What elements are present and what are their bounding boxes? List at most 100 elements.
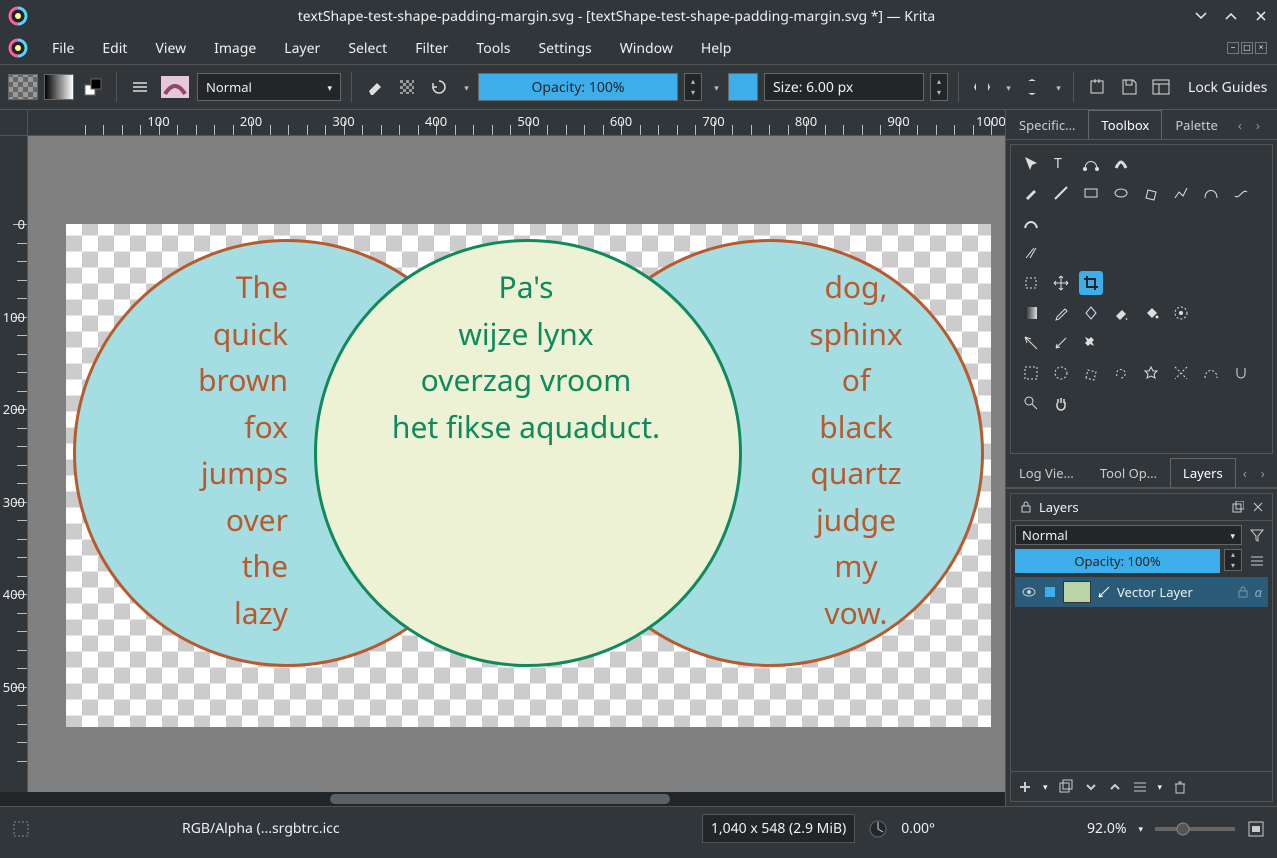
brush-tool-icon[interactable] bbox=[1019, 181, 1043, 205]
float-docker-icon[interactable] bbox=[1232, 501, 1244, 513]
lock-guides-button[interactable]: Lock Guides bbox=[1188, 78, 1267, 97]
select-contiguous-tool-icon[interactable] bbox=[1139, 361, 1163, 385]
polyline-tool-icon[interactable] bbox=[1169, 181, 1193, 205]
select-rect-tool-icon[interactable] bbox=[1019, 361, 1043, 385]
move-down-icon[interactable] bbox=[1084, 780, 1098, 794]
pattern-tool-icon[interactable] bbox=[1079, 301, 1103, 325]
select-bezier-tool-icon[interactable] bbox=[1199, 361, 1223, 385]
opacity-dropdown[interactable] bbox=[708, 74, 722, 100]
zoom-slider[interactable] bbox=[1155, 820, 1235, 838]
opacity-spinner[interactable]: ▴▾ bbox=[684, 73, 702, 101]
reference-tool-icon[interactable] bbox=[1049, 331, 1073, 355]
properties-icon[interactable] bbox=[1132, 779, 1148, 795]
menu-select[interactable]: Select bbox=[334, 35, 401, 62]
reload-preset-icon[interactable] bbox=[426, 74, 452, 100]
select-similar-tool-icon[interactable] bbox=[1169, 361, 1193, 385]
menu-help[interactable]: Help bbox=[687, 35, 746, 62]
delete-layer-icon[interactable] bbox=[1172, 779, 1188, 795]
filter-icon[interactable] bbox=[1246, 525, 1268, 545]
select-free-tool-icon[interactable] bbox=[1109, 361, 1133, 385]
polygon-tool-icon[interactable] bbox=[1139, 181, 1163, 205]
menu-file[interactable]: File bbox=[38, 35, 88, 62]
tab-palette[interactable]: Palette bbox=[1162, 110, 1231, 139]
menu-window[interactable]: Window bbox=[606, 35, 687, 62]
maximize-icon[interactable] bbox=[1223, 8, 1239, 24]
layer-row[interactable]: Vector Layer α bbox=[1015, 577, 1268, 607]
select-ellipse-tool-icon[interactable] bbox=[1049, 361, 1073, 385]
add-layer-icon[interactable] bbox=[1017, 779, 1033, 795]
rotation-icon[interactable] bbox=[867, 818, 889, 840]
color-picker-tool-icon[interactable] bbox=[1049, 301, 1073, 325]
visibility-icon[interactable] bbox=[1021, 584, 1037, 600]
layer-opacity-slider[interactable]: Opacity: 100% bbox=[1015, 549, 1220, 573]
menu-edit[interactable]: Edit bbox=[88, 35, 141, 62]
mdi-close-icon[interactable]: × bbox=[1255, 42, 1267, 54]
tab-logview[interactable]: Log Vie… bbox=[1006, 458, 1087, 487]
text-tool-icon[interactable]: T bbox=[1049, 151, 1073, 175]
alpha-lock-icon[interactable] bbox=[394, 74, 420, 100]
assistant-tool-icon[interactable] bbox=[1169, 301, 1193, 325]
pattern-swatch[interactable] bbox=[8, 74, 38, 100]
select-magnetic-tool-icon[interactable] bbox=[1229, 361, 1253, 385]
menu-tools[interactable]: Tools bbox=[462, 35, 524, 62]
gradient-tool-icon[interactable] bbox=[1019, 301, 1043, 325]
tab-toolbox[interactable]: Toolbox bbox=[1088, 110, 1162, 139]
close-icon[interactable] bbox=[1253, 8, 1269, 24]
layer-blend-combo[interactable]: Normal▾ bbox=[1015, 525, 1242, 545]
rectangle-tool-icon[interactable] bbox=[1079, 181, 1103, 205]
calligraphy-tool-icon[interactable] bbox=[1109, 151, 1133, 175]
canvas-map-icon[interactable] bbox=[1247, 820, 1265, 838]
menu-layer[interactable]: Layer bbox=[270, 35, 334, 62]
mdi-minimize-icon[interactable]: ‒ bbox=[1227, 42, 1239, 54]
close-docker-icon[interactable] bbox=[1252, 501, 1264, 513]
transform-move-tool-icon[interactable] bbox=[1049, 271, 1073, 295]
save-icon[interactable] bbox=[1116, 74, 1142, 100]
crop-tool-icon[interactable] bbox=[1079, 271, 1103, 295]
size-spinner[interactable]: ▴▾ bbox=[930, 73, 948, 101]
transform-tool-icon[interactable] bbox=[1019, 151, 1043, 175]
eraser-icon[interactable] bbox=[362, 74, 388, 100]
multibrush-tool-icon[interactable] bbox=[1019, 241, 1043, 265]
dynamic-brush-tool-icon[interactable] bbox=[1019, 211, 1043, 235]
fill-tool-icon[interactable] bbox=[1139, 301, 1163, 325]
tabs-scroll-left-icon[interactable]: ‹ bbox=[1231, 110, 1249, 139]
duplicate-layer-icon[interactable] bbox=[1058, 779, 1074, 795]
menu-settings[interactable]: Settings bbox=[524, 35, 605, 62]
pin-tool-icon[interactable] bbox=[1079, 331, 1103, 355]
tabs-mid-scroll-right-icon[interactable]: › bbox=[1254, 458, 1272, 487]
mdi-maximize-icon[interactable]: □ bbox=[1241, 42, 1253, 54]
selection-mode-icon[interactable] bbox=[12, 820, 30, 838]
minimize-icon[interactable] bbox=[1193, 8, 1209, 24]
reload-dropdown[interactable] bbox=[458, 74, 472, 100]
mirror-h-icon[interactable] bbox=[969, 74, 995, 100]
wrap-around-icon[interactable] bbox=[1084, 74, 1110, 100]
ruler-vertical[interactable]: 0100200300400500 bbox=[0, 136, 28, 792]
smart-fill-tool-icon[interactable] bbox=[1109, 301, 1133, 325]
lock-icon[interactable] bbox=[1019, 500, 1033, 514]
brush-preset-icon[interactable] bbox=[159, 74, 191, 100]
opacity-slider[interactable]: Opacity: 100% bbox=[478, 73, 678, 101]
menu-filter[interactable]: Filter bbox=[401, 35, 462, 62]
scrollbar-thumb[interactable] bbox=[330, 794, 670, 804]
bezier-tool-icon[interactable] bbox=[1199, 181, 1223, 205]
zoom-dropdown-icon[interactable]: ▾ bbox=[1138, 822, 1143, 835]
edit-shapes-tool-icon[interactable] bbox=[1079, 151, 1103, 175]
fg-color-swatch[interactable] bbox=[728, 73, 758, 101]
move-tool-icon[interactable] bbox=[1019, 271, 1043, 295]
freehand-path-tool-icon[interactable] bbox=[1229, 181, 1253, 205]
workspace-icon[interactable] bbox=[1148, 74, 1174, 100]
tab-tooloptions[interactable]: Tool Op… bbox=[1087, 458, 1170, 487]
size-slider[interactable]: Size: 6.00 px bbox=[764, 73, 924, 101]
zoom-value[interactable]: 92.0% bbox=[1087, 819, 1126, 838]
blend-mode-combo[interactable]: Normal ▾ bbox=[197, 73, 341, 101]
layer-alpha-icon[interactable]: α bbox=[1255, 583, 1262, 601]
brush-settings-icon[interactable] bbox=[127, 74, 153, 100]
ruler-horizontal[interactable]: 1002003004005006007008009001000 bbox=[28, 110, 1005, 136]
move-up-icon[interactable] bbox=[1108, 780, 1122, 794]
tabs-scroll-right-icon[interactable]: › bbox=[1249, 110, 1267, 139]
layer-menu-icon[interactable] bbox=[1246, 549, 1268, 573]
layer-lock-icon[interactable] bbox=[1237, 586, 1249, 598]
colorspace-label[interactable]: RGB/Alpha (...srgbtrc.icc bbox=[182, 819, 340, 838]
add-layer-dropdown-icon[interactable]: ▾ bbox=[1043, 780, 1048, 793]
canvas-viewport[interactable]: Thequickbrownfoxjumpsoverthelazy Pa'swij… bbox=[28, 136, 1005, 792]
